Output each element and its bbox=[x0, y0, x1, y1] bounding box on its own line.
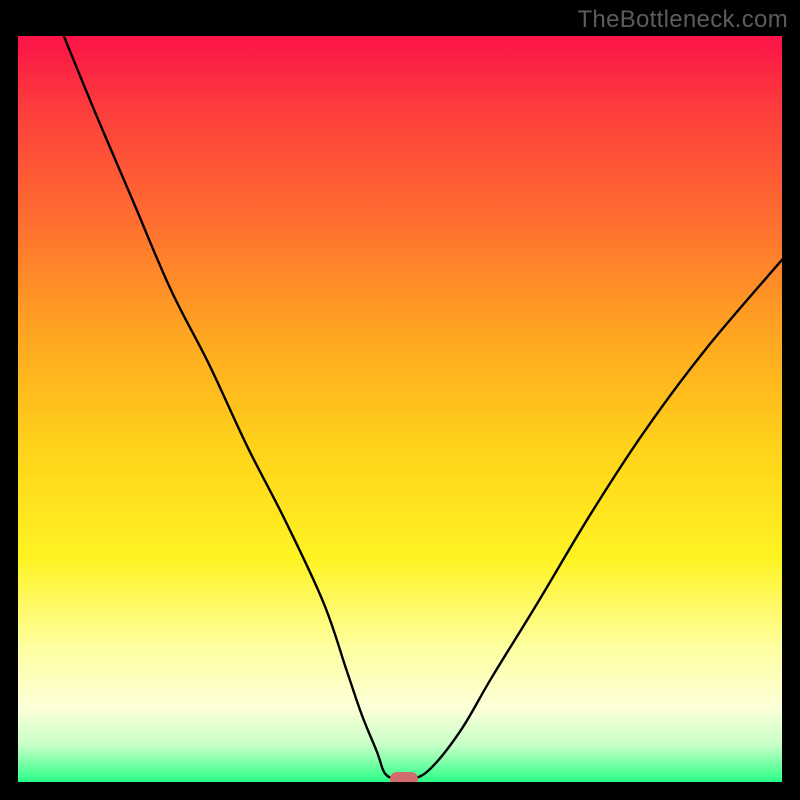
curve-path bbox=[64, 36, 782, 780]
plot-area bbox=[18, 36, 782, 782]
bottleneck-curve bbox=[18, 36, 782, 782]
minimum-marker bbox=[390, 772, 418, 782]
watermark-text: TheBottleneck.com bbox=[577, 6, 788, 34]
chart-frame: TheBottleneck.com bbox=[0, 0, 800, 800]
